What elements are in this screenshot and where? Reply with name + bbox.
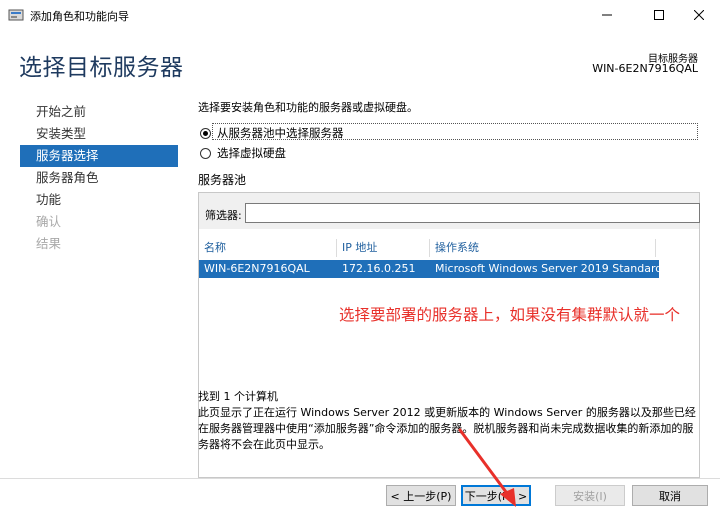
nav-item-server-roles[interactable]: 服务器角色 <box>20 167 178 189</box>
footer-divider <box>0 478 720 479</box>
nav-item-before-you-begin[interactable]: 开始之前 <box>20 101 178 123</box>
nav-item-results: 结果 <box>36 236 62 251</box>
close-button[interactable] <box>676 0 720 30</box>
focus-rectangle <box>212 123 698 140</box>
radio-selected-icon[interactable] <box>200 127 211 139</box>
filter-bar: 筛选器: <box>199 193 700 229</box>
destination-server-value: WIN-6E2N7916QAL <box>592 62 698 75</box>
cancel-button[interactable]: 取消 <box>632 485 708 506</box>
minimize-icon <box>602 14 612 16</box>
filter-label: 筛选器: <box>205 209 242 222</box>
cell-ip-address: 172.16.0.251 <box>342 262 416 275</box>
description-text: 此页显示了正在运行 Windows Server 2012 或更新版本的 Win… <box>198 406 696 451</box>
previous-button[interactable]: < 上一步(P) <box>386 485 456 506</box>
found-count: 找到 1 个计算机 <box>198 390 278 403</box>
radio-server-pool[interactable]: 从服务器池中选择服务器 <box>200 123 698 141</box>
radio-unselected-icon[interactable] <box>200 147 211 159</box>
filter-input[interactable] <box>245 203 700 223</box>
page-title: 选择目标服务器 <box>19 55 184 81</box>
wizard-app-icon <box>8 9 24 21</box>
wizard-nav: 开始之前 安装类型 服务器选择 服务器角色 功能 确认 结果 <box>20 101 178 255</box>
nav-item-confirmation: 确认 <box>36 214 62 229</box>
table-header: 名称 IP 地址 操作系统 <box>199 235 659 257</box>
title-bar: 添加角色和功能向导 <box>0 0 720 30</box>
column-header-os[interactable]: 操作系统 <box>430 239 656 257</box>
minimize-button[interactable] <box>584 0 630 30</box>
nav-item-features[interactable]: 功能 <box>20 189 178 211</box>
window-title: 添加角色和功能向导 <box>30 10 129 23</box>
column-header-ip[interactable]: IP 地址 <box>337 239 430 257</box>
maximize-icon <box>654 10 664 20</box>
cell-server-name: WIN-6E2N7916QAL <box>204 262 310 275</box>
server-pool-heading: 服务器池 <box>198 173 247 187</box>
nav-item-installation-type[interactable]: 安装类型 <box>20 123 178 145</box>
intro-text: 选择要安装角色和功能的服务器或虚拟硬盘。 <box>198 101 418 114</box>
annotation-text: 选择要部署的服务器上，如果没有集群默认就一个 <box>339 306 681 324</box>
column-header-name[interactable]: 名称 <box>199 239 337 257</box>
close-icon <box>694 10 704 20</box>
install-button: 安装(I) <box>555 485 625 506</box>
next-button[interactable]: 下一步(N) > <box>461 485 531 506</box>
table-row[interactable]: WIN-6E2N7916QAL 172.16.0.251 Microsoft W… <box>199 260 663 278</box>
cell-operating-system: Microsoft Windows Server 2019 Standard <box>435 262 663 275</box>
radio-virtual-disk-label: 选择虚拟硬盘 <box>217 146 286 160</box>
radio-virtual-disk[interactable]: 选择虚拟硬盘 <box>200 145 286 161</box>
nav-item-server-selection[interactable]: 服务器选择 <box>20 145 178 167</box>
